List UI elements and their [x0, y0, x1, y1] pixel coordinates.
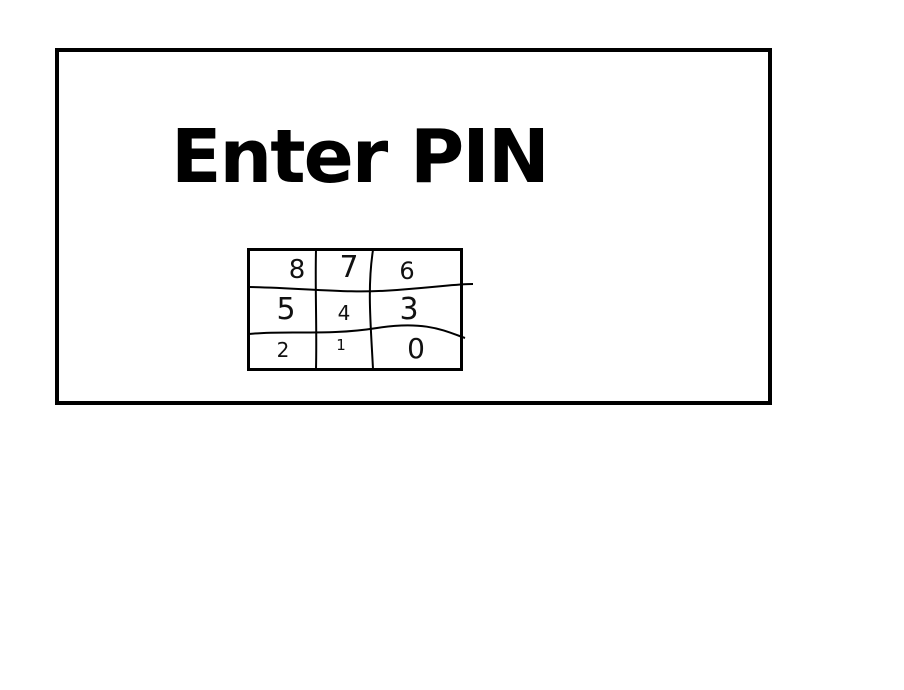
- key-1[interactable]: 1: [321, 332, 361, 358]
- key-4-label: 4: [337, 301, 351, 325]
- key-6[interactable]: 6: [385, 254, 429, 288]
- pin-title: Enter PIN: [171, 114, 550, 200]
- key-2-label: 2: [276, 338, 290, 362]
- key-7[interactable]: 7: [327, 250, 371, 286]
- key-8-label: 8: [288, 255, 306, 285]
- key-5[interactable]: 5: [261, 290, 311, 330]
- pin-keypad: 8 7 6 5 4 3 2 1 0: [247, 248, 474, 371]
- key-7-label: 7: [339, 250, 359, 285]
- key-8[interactable]: 8: [275, 252, 319, 288]
- key-1-label: 1: [336, 335, 346, 354]
- key-0-label: 0: [407, 332, 425, 365]
- key-3-label: 3: [399, 292, 419, 327]
- key-4[interactable]: 4: [323, 294, 365, 332]
- key-6-label: 6: [399, 257, 415, 285]
- key-3[interactable]: 3: [387, 290, 431, 330]
- key-5-label: 5: [276, 292, 296, 327]
- key-0[interactable]: 0: [393, 332, 439, 366]
- key-2[interactable]: 2: [255, 334, 311, 366]
